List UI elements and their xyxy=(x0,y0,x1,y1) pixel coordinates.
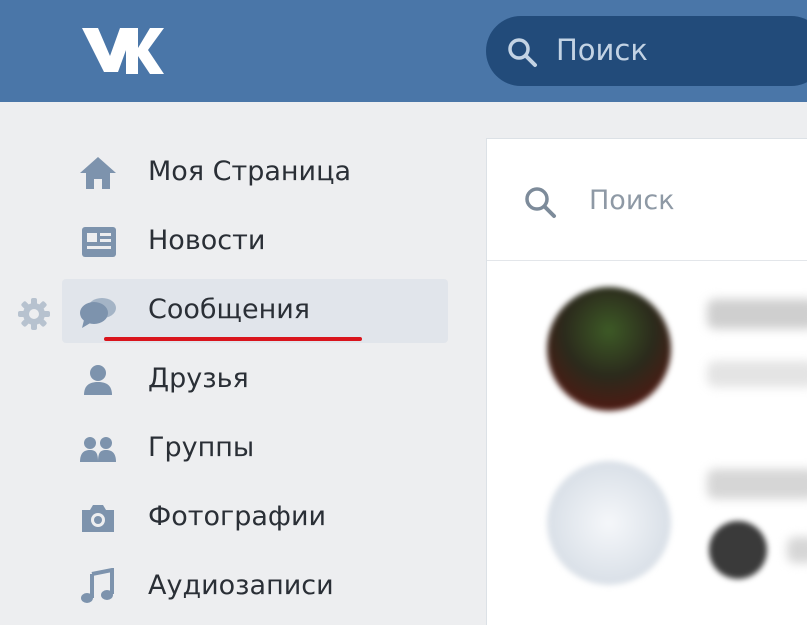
sidebar-item-label: Новости xyxy=(148,225,266,256)
messages-panel: Поиск xyxy=(486,138,807,625)
messages-search-placeholder: Поиск xyxy=(589,185,675,216)
groups-icon xyxy=(80,437,116,462)
news-icon xyxy=(82,227,116,257)
messages-icon xyxy=(80,298,116,328)
header-search-input[interactable]: Поиск xyxy=(486,16,807,86)
sidebar-item-label: Группы xyxy=(148,432,255,463)
dialog-name-blurred xyxy=(707,469,807,499)
sidebar-item-messages[interactable]: Сообщения xyxy=(62,279,448,343)
header-search-placeholder: Поиск xyxy=(556,33,648,67)
dialog-item[interactable] xyxy=(487,439,807,609)
sidebar-item-label: Аудиозаписи xyxy=(148,570,334,601)
dialog-item[interactable] xyxy=(487,269,807,439)
sidebar-item-news[interactable]: Новости xyxy=(62,210,448,274)
camera-icon xyxy=(82,505,114,532)
sidebar-item-groups[interactable]: Группы xyxy=(62,417,448,481)
sidebar-item-friends[interactable]: Друзья xyxy=(62,348,448,412)
sidebar-item-label: Друзья xyxy=(148,363,249,394)
search-icon xyxy=(508,38,537,67)
gear-icon[interactable] xyxy=(16,296,52,332)
vk-logo[interactable] xyxy=(80,26,164,76)
avatar xyxy=(547,461,671,585)
avatar xyxy=(709,521,767,579)
sidebar-item-label: Сообщения xyxy=(148,294,311,325)
sidebar-item-audio[interactable]: Аудиозаписи xyxy=(62,555,448,619)
sidebar-item-label: Фотографии xyxy=(148,501,327,532)
home-icon xyxy=(80,157,116,189)
sidebar-item-my-page[interactable]: Моя Страница xyxy=(62,141,448,205)
dialog-preview-blurred xyxy=(707,361,807,387)
messages-search-input[interactable]: Поиск xyxy=(487,139,807,261)
music-icon xyxy=(81,568,114,603)
avatar xyxy=(547,287,671,411)
sidebar-item-photos[interactable]: Фотографии xyxy=(62,486,448,550)
dialog-name-blurred xyxy=(707,299,807,329)
sidebar-item-label: Моя Страница xyxy=(148,156,352,187)
search-icon xyxy=(525,187,556,218)
dialog-preview-blurred xyxy=(787,537,807,563)
highlight-underline xyxy=(104,337,362,341)
friends-icon xyxy=(84,365,112,395)
top-header: Поиск xyxy=(0,0,807,102)
